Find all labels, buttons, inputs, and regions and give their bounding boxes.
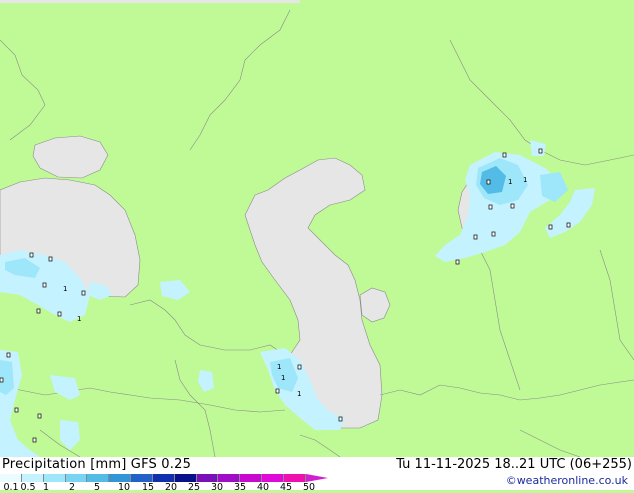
scale-label: 50 (302, 482, 316, 493)
arctic-sea (0, 0, 300, 3)
station-marker (538, 148, 543, 154)
station-marker (42, 282, 47, 288)
color-swatch (65, 474, 88, 482)
map-title: Precipitation [mm] GFS 0.25 (2, 457, 192, 472)
color-swatch (43, 474, 66, 482)
station-marker (548, 224, 553, 230)
scale-label: 30 (210, 482, 224, 493)
map-footer: Precipitation [mm] GFS 0.25 Tu 11-11-202… (0, 457, 634, 493)
station-marker (566, 222, 571, 228)
cell-value-label: 1 (277, 363, 281, 371)
station-marker (14, 407, 19, 413)
color-swatch (262, 474, 284, 482)
station-marker (297, 364, 302, 370)
scale-label: 2 (68, 482, 76, 493)
station-marker (502, 152, 507, 158)
station-marker (36, 308, 41, 314)
scale-label: 20 (164, 482, 178, 493)
color-swatch (283, 474, 306, 482)
scale-label: 25 (187, 482, 201, 493)
scale-label: 1 (42, 482, 50, 493)
color-scale-labels: 0.1 0.5 1 2 5 10 15 20 25 30 35 40 45 50 (0, 482, 340, 493)
scale-label: 35 (233, 482, 247, 493)
station-marker (29, 252, 34, 258)
scale-label: 5 (93, 482, 101, 493)
color-scale-bar (0, 474, 306, 482)
scale-arrow (306, 474, 328, 482)
color-swatch (196, 474, 219, 482)
color-swatch (21, 474, 44, 482)
cell-value-label: 1 (297, 390, 301, 398)
scale-label: 15 (141, 482, 155, 493)
station-marker (473, 234, 478, 240)
scale-label: 0.1 (3, 482, 19, 493)
station-marker (0, 377, 4, 383)
color-swatch (87, 474, 110, 482)
scale-label: 10 (117, 482, 131, 493)
valid-time: Tu 11-11-2025 18..21 UTC (06+255) (396, 457, 632, 472)
scale-label: 40 (256, 482, 270, 493)
station-marker (37, 413, 42, 419)
station-marker (338, 416, 343, 422)
cell-value-label: 1 (523, 176, 527, 184)
credit-link[interactable]: ©weatheronline.co.uk (506, 474, 628, 487)
station-marker (48, 256, 53, 262)
color-swatch (109, 474, 132, 482)
precip-west-core (0, 360, 14, 395)
station-marker (275, 388, 280, 394)
color-swatch (218, 474, 241, 482)
scale-label: 45 (279, 482, 293, 493)
station-marker (57, 311, 62, 317)
station-marker (486, 179, 491, 185)
station-marker (32, 437, 37, 443)
station-marker (510, 203, 515, 209)
cell-value-label: 1 (281, 374, 285, 382)
station-marker (491, 231, 496, 237)
scale-label: 0.5 (20, 482, 36, 493)
station-marker (488, 204, 493, 210)
color-swatch (174, 474, 197, 482)
precipitation-map: 1 1 1 1 1 1 1 Precipitation [mm] GFS 0.2… (0, 0, 634, 493)
cell-value-label: 1 (63, 285, 67, 293)
station-marker (81, 290, 86, 296)
color-swatch (131, 474, 153, 482)
cell-value-label: 1 (508, 178, 512, 186)
station-marker (455, 259, 460, 265)
color-swatch (240, 474, 263, 482)
map-canvas: 1 1 1 1 1 1 1 (0, 0, 634, 457)
color-swatch (152, 474, 175, 482)
cell-value-label: 1 (77, 315, 81, 323)
color-swatch (0, 474, 22, 482)
station-marker (6, 352, 11, 358)
